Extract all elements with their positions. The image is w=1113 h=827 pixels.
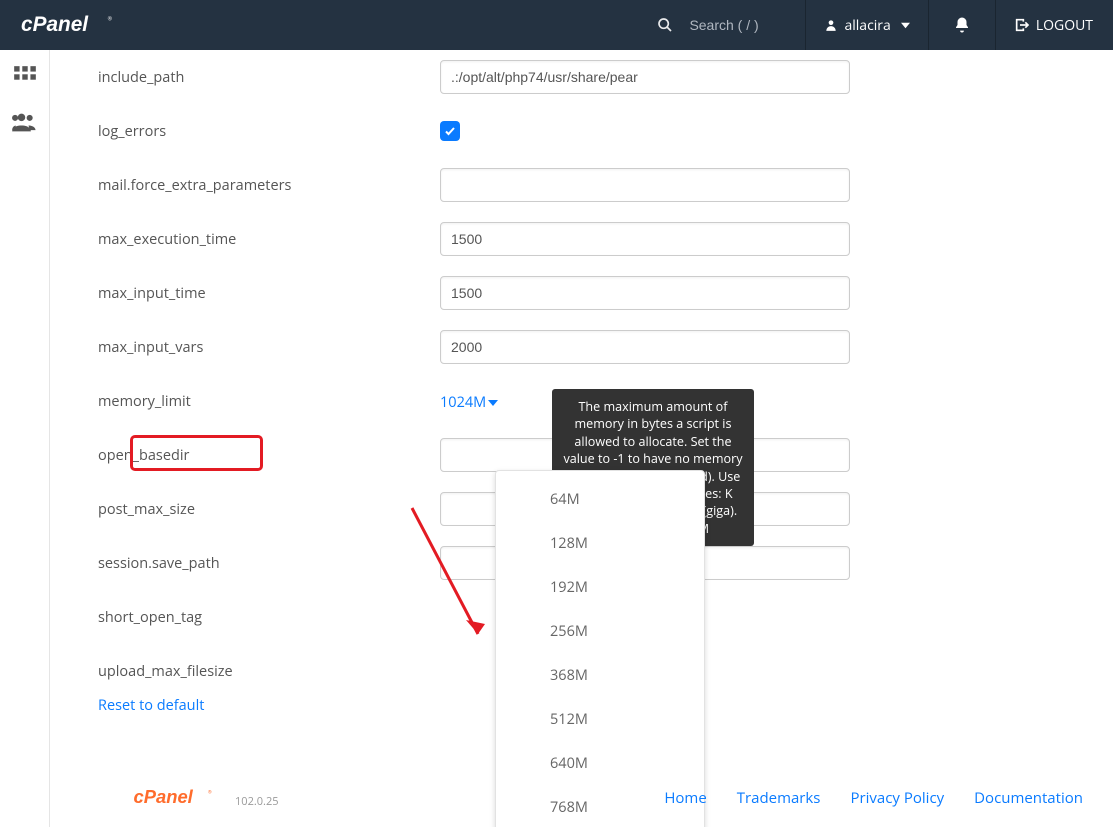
svg-text:cPanel: cPanel — [21, 13, 89, 36]
grid-icon[interactable] — [12, 64, 38, 90]
setting-label: max_input_vars — [98, 338, 440, 357]
notifications-button[interactable] — [953, 16, 971, 34]
setting-label: log_errors — [98, 122, 440, 141]
caret-down-icon — [901, 21, 910, 30]
username-label: allacira — [844, 16, 890, 35]
setting-label: session.save_path — [98, 554, 440, 573]
dropdown-option-label: 368M — [496, 666, 588, 685]
footer-link[interactable]: Home — [664, 788, 706, 808]
dropdown-option[interactable]: 640M — [496, 741, 704, 785]
setting-row: max_input_vars — [98, 320, 1083, 374]
setting-label: max_execution_time — [98, 230, 440, 249]
search-icon — [657, 17, 673, 33]
search-field[interactable] — [657, 16, 787, 34]
setting-text-input[interactable] — [440, 222, 850, 256]
search-input[interactable] — [687, 16, 787, 34]
dropdown-option-label: 64M — [496, 490, 580, 509]
memory-limit-dropdown[interactable]: 1024M — [440, 393, 498, 412]
dropdown-option[interactable]: 128M — [496, 521, 704, 565]
svg-text:®: ® — [108, 15, 113, 23]
logout-label: LOGOUT — [1036, 16, 1093, 35]
setting-label: upload_max_filesize — [98, 662, 440, 681]
setting-text-input[interactable] — [440, 60, 850, 94]
setting-control — [440, 276, 850, 310]
users-icon[interactable] — [11, 108, 39, 136]
setting-checkbox[interactable] — [440, 121, 460, 141]
footer-links: Home Trademarks Privacy Policy Documentatio… — [664, 788, 1083, 808]
setting-row: mail.force_extra_parameters — [98, 158, 1083, 212]
setting-row: include_path — [98, 50, 1083, 104]
dropdown-option[interactable]: 512M — [496, 697, 704, 741]
cpanel-logo[interactable]: cPanel ® — [18, 12, 128, 38]
dropdown-option-label: 128M — [496, 534, 588, 553]
setting-row: max_input_time — [98, 266, 1083, 320]
version-label: 102.0.25 — [235, 794, 279, 809]
dropdown-option-label: 512M — [496, 710, 588, 729]
caret-down-icon — [488, 398, 498, 408]
footer-link[interactable]: Trademarks — [737, 788, 821, 808]
logout-icon — [1014, 17, 1030, 33]
setting-label: short_open_tag — [98, 608, 440, 627]
setting-label: open_basedir — [98, 446, 440, 465]
setting-control — [440, 330, 850, 364]
dropdown-option-label: 192M — [496, 578, 588, 597]
footer-link[interactable]: Documentation — [974, 788, 1083, 808]
setting-text-input[interactable] — [440, 330, 850, 364]
settings-panel: include_path log_errors mail.force_extra_p… — [50, 50, 1113, 827]
user-menu[interactable]: allacira — [824, 16, 909, 35]
dropdown-option[interactable]: 256M — [496, 609, 704, 653]
top-bar: cPanel ® allacira LOGOUT — [0, 0, 1113, 50]
dropdown-option[interactable]: 64M — [496, 477, 704, 521]
setting-label: include_path — [98, 68, 440, 87]
dropdown-value: 1024M — [440, 393, 486, 412]
svg-text:®: ® — [208, 789, 212, 796]
setting-text-input[interactable] — [440, 276, 850, 310]
footer-link[interactable]: Privacy Policy — [850, 788, 944, 808]
setting-control — [440, 60, 850, 94]
setting-row: log_errors — [98, 104, 1083, 158]
dropdown-option-label: 640M — [496, 754, 588, 773]
cpanel-footer-logo[interactable]: cPanel ® — [132, 786, 227, 809]
dropdown-option[interactable]: 192M — [496, 565, 704, 609]
footer: cPanel ® 102.0.25 Home Trademarks Privacy … — [132, 786, 1083, 809]
side-nav — [0, 50, 50, 827]
setting-control — [440, 168, 850, 202]
setting-control — [440, 222, 850, 256]
user-icon — [824, 18, 838, 32]
dropdown-option[interactable]: 368M — [496, 653, 704, 697]
setting-label: post_max_size — [98, 500, 440, 519]
setting-control — [440, 120, 850, 142]
setting-label: mail.force_extra_parameters — [98, 176, 440, 195]
setting-label: max_input_time — [98, 284, 440, 303]
memory-limit-dropdown-list[interactable]: 64M128M192M256M368M512M640M768M1024M — [495, 470, 705, 827]
setting-text-input[interactable] — [440, 168, 850, 202]
setting-row: max_execution_time — [98, 212, 1083, 266]
setting-label: memory_limit — [98, 392, 440, 411]
logout-button[interactable]: LOGOUT — [1014, 16, 1093, 35]
svg-text:cPanel: cPanel — [134, 786, 194, 807]
dropdown-option-label: 256M — [496, 622, 588, 641]
